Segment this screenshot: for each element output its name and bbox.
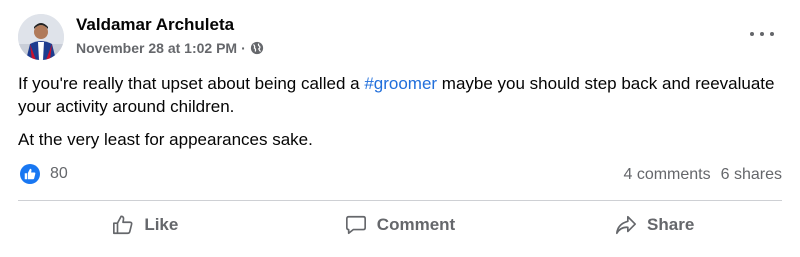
reaction-count: 80 <box>50 165 68 182</box>
comment-icon <box>345 215 366 235</box>
text-before-hashtag: If you're really that upset about being … <box>18 74 365 93</box>
comment-button-label: Comment <box>376 215 456 234</box>
avatar-image <box>18 14 64 60</box>
post-text: If you're really that upset about being … <box>18 72 788 161</box>
like-icon <box>20 164 40 184</box>
more-options-icon[interactable] <box>750 24 774 44</box>
shares-count[interactable]: 6 shares <box>721 166 782 184</box>
engagement-counts: 4 comments 6 shares <box>623 166 782 184</box>
action-bar: Like Comment Share <box>18 205 782 245</box>
reactions-summary[interactable]: 80 <box>20 164 68 184</box>
author-avatar[interactable] <box>18 14 64 60</box>
share-button-label: Share <box>647 215 695 234</box>
hashtag-link[interactable]: #groomer <box>364 74 437 93</box>
comment-button[interactable]: Comment <box>273 205 528 245</box>
author-name[interactable]: Valdamar Archuleta <box>76 15 234 35</box>
like-button[interactable]: Like <box>18 205 273 245</box>
share-button[interactable]: Share <box>527 205 782 245</box>
globe-icon[interactable] <box>250 41 264 55</box>
divider <box>18 200 782 201</box>
share-icon <box>616 215 637 235</box>
post-meta: November 28 at 1:02 PM · <box>76 40 264 56</box>
post-timestamp[interactable]: November 28 at 1:02 PM <box>76 40 237 56</box>
post-paragraph: If you're really that upset about being … <box>18 72 788 118</box>
like-button-label: Like <box>144 215 179 234</box>
post-paragraph: At the very least for appearances sake. <box>18 130 313 149</box>
meta-separator: · <box>241 40 246 56</box>
comments-count[interactable]: 4 comments <box>623 166 710 184</box>
facebook-post: Valdamar Archuleta November 28 at 1:02 P… <box>0 0 800 257</box>
thumbs-up-icon <box>113 215 133 235</box>
